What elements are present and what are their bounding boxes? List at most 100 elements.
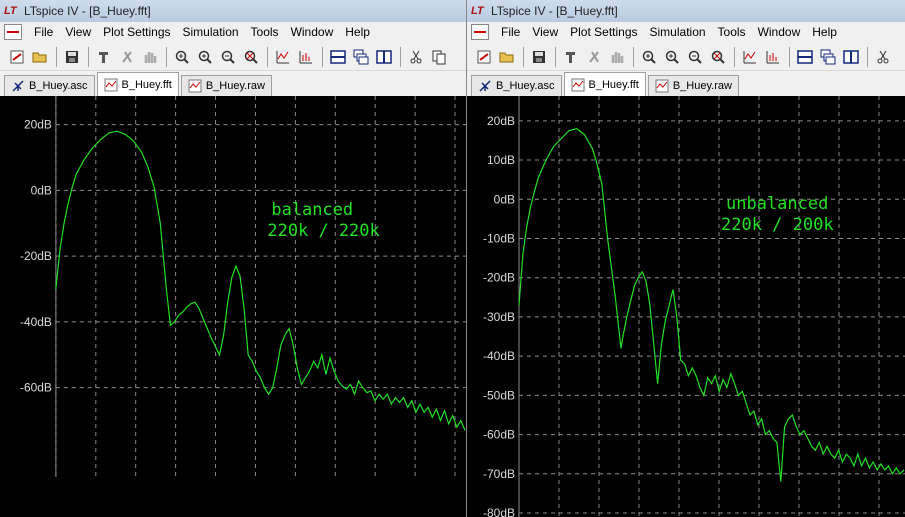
toolbar-separator	[56, 46, 57, 67]
menu-window[interactable]: Window	[285, 25, 340, 39]
waveform-icon	[571, 78, 584, 91]
title-bar[interactable]: LT LTspice IV - [B_Huey.fft]	[0, 0, 466, 22]
menu-view[interactable]: View	[526, 25, 564, 39]
open-folder-icon[interactable]	[496, 46, 518, 68]
autorange-icon[interactable]	[739, 46, 761, 68]
document-tab-bar: B_Huey.asc B_Huey.fft B_Huey.raw	[467, 72, 905, 96]
new-schematic-icon[interactable]	[6, 46, 28, 68]
tab-schematic[interactable]: B_Huey.asc	[471, 75, 562, 96]
toolbar-separator	[789, 46, 790, 67]
tile-horizontal-icon[interactable]	[794, 46, 816, 68]
ltspice-window-right: LT LTspice IV - [B_Huey.fft] File View P…	[467, 0, 905, 517]
tab-label: B_Huey.fft	[588, 78, 639, 91]
menu-window[interactable]: Window	[752, 25, 807, 39]
zoom-in-icon[interactable]	[194, 46, 216, 68]
save-icon[interactable]	[528, 46, 550, 68]
y-tick-label: -20dB	[20, 249, 52, 263]
window-title: LTspice IV - [B_Huey.fft]	[24, 4, 151, 18]
schematic-icon	[12, 80, 24, 92]
autorange-icon[interactable]	[272, 46, 294, 68]
fft-plot[interactable]: 20dB 10dB 0dB -10dB -20dB -30dB -40dB -50dB -60d…	[467, 96, 905, 517]
tile-horizontal-icon[interactable]	[327, 46, 349, 68]
save-icon[interactable]	[61, 46, 83, 68]
menu-plot-settings[interactable]: Plot Settings	[564, 25, 643, 39]
zoom-out-icon[interactable]	[684, 46, 706, 68]
zoom-in-icon[interactable]	[661, 46, 683, 68]
tile-vertical-icon[interactable]	[840, 46, 862, 68]
zoom-full-icon[interactable]	[240, 46, 262, 68]
menu-tools[interactable]: Tools	[712, 25, 752, 39]
fft-plot[interactable]: 20dB 0dB -20dB -40dB -60dB balanced 220k / 2…	[0, 96, 466, 517]
halt-hand-icon[interactable]	[139, 46, 161, 68]
toolbar-separator	[734, 46, 735, 67]
open-folder-icon[interactable]	[29, 46, 51, 68]
tab-schematic[interactable]: B_Huey.asc	[4, 75, 95, 96]
document-waveform-icon[interactable]	[471, 24, 489, 40]
menu-file[interactable]: File	[28, 25, 59, 39]
y-tick-label: 10dB	[487, 153, 515, 167]
menu-help[interactable]: Help	[339, 25, 376, 39]
control-panel-hammer-icon[interactable]	[93, 46, 115, 68]
y-tick-label: -80dB	[483, 506, 515, 517]
tab-fft[interactable]: B_Huey.fft	[96, 72, 179, 96]
tab-raw[interactable]: B_Huey.raw	[180, 75, 272, 96]
y-tick-label: 0dB	[494, 192, 515, 206]
toolbar-separator	[867, 46, 868, 67]
cascade-icon[interactable]	[350, 46, 372, 68]
document-waveform-icon[interactable]	[4, 24, 22, 40]
copy-icon[interactable]	[428, 46, 450, 68]
tab-label: B_Huey.fft	[121, 78, 172, 91]
zoom-full-icon[interactable]	[707, 46, 729, 68]
y-tick-label: -50dB	[483, 388, 515, 402]
toolbar-separator	[523, 46, 524, 67]
cascade-icon[interactable]	[817, 46, 839, 68]
toolbar-separator	[88, 46, 89, 67]
toolbar-separator	[555, 46, 556, 67]
control-panel-hammer-icon[interactable]	[560, 46, 582, 68]
toolbar-separator	[400, 46, 401, 67]
tab-label: B_Huey.raw	[205, 80, 265, 92]
tab-raw[interactable]: B_Huey.raw	[647, 75, 739, 96]
tab-fft[interactable]: B_Huey.fft	[563, 72, 646, 96]
annotation-line2: 220k / 220k	[267, 221, 379, 241]
fft-plot-pane[interactable]: 20dB 0dB -20dB -40dB -60dB balanced 220k / 2…	[0, 96, 466, 517]
menu-file[interactable]: File	[495, 25, 526, 39]
run-icon[interactable]	[116, 46, 138, 68]
schematic-icon	[479, 80, 491, 92]
ltspice-logo-icon: LT	[4, 5, 17, 17]
y-tick-label: -20dB	[483, 271, 515, 285]
fft-trace	[518, 128, 905, 482]
tile-vertical-icon[interactable]	[373, 46, 395, 68]
cut-scissors-icon[interactable]	[872, 46, 894, 68]
annotation-line1: balanced	[271, 200, 353, 220]
pan-icon[interactable]	[171, 46, 193, 68]
toolbar-separator	[322, 46, 323, 67]
y-tick-label: -40dB	[20, 315, 52, 329]
toolbar	[467, 43, 905, 71]
toolbar-separator	[267, 46, 268, 67]
toolbar	[0, 43, 466, 71]
new-schematic-icon[interactable]	[473, 46, 495, 68]
title-bar[interactable]: LT LTspice IV - [B_Huey.fft]	[467, 0, 905, 22]
menu-view[interactable]: View	[59, 25, 97, 39]
run-icon[interactable]	[583, 46, 605, 68]
fft-trace	[55, 130, 466, 431]
pan-icon[interactable]	[638, 46, 660, 68]
y-tick-label: -10dB	[483, 231, 515, 245]
menu-plot-settings[interactable]: Plot Settings	[97, 25, 176, 39]
menu-simulation[interactable]: Simulation	[177, 25, 245, 39]
fft-plot-pane[interactable]: 20dB 10dB 0dB -10dB -20dB -30dB -40dB -50dB -60d…	[467, 96, 905, 517]
menu-help[interactable]: Help	[806, 25, 843, 39]
cut-scissors-icon[interactable]	[405, 46, 427, 68]
zoom-out-icon[interactable]	[217, 46, 239, 68]
plot-axis-icon[interactable]	[295, 46, 317, 68]
ltspice-logo-icon: LT	[471, 5, 484, 17]
tab-label: B_Huey.asc	[29, 80, 88, 92]
halt-hand-icon[interactable]	[606, 46, 628, 68]
waveform-icon	[655, 79, 669, 93]
menu-simulation[interactable]: Simulation	[644, 25, 712, 39]
toolbar-separator	[166, 46, 167, 67]
annotation-line2: 220k / 200k	[721, 215, 834, 235]
plot-axis-icon[interactable]	[762, 46, 784, 68]
menu-tools[interactable]: Tools	[245, 25, 285, 39]
